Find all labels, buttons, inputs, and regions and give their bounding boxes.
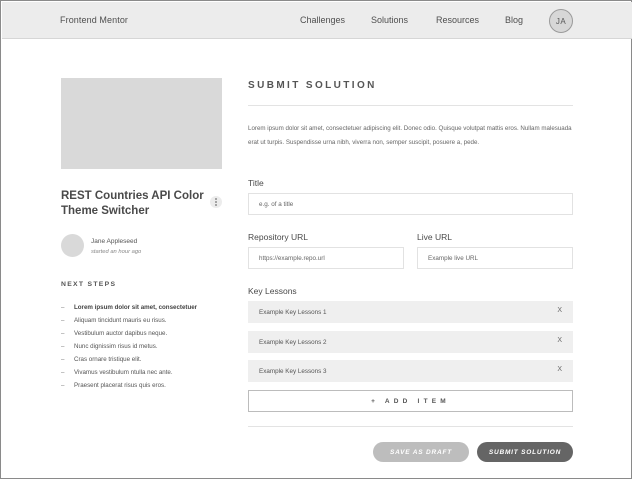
remove-lesson-icon[interactable]: X (557, 366, 562, 373)
project-thumbnail (61, 78, 222, 169)
nav-solutions[interactable]: Solutions (371, 15, 408, 25)
key-lesson-text: Example Key Lessons 1 (259, 308, 327, 316)
live-url-label: Live URL (417, 232, 452, 242)
form-heading: SUBMIT SOLUTION (248, 80, 377, 91)
more-options-icon[interactable] (210, 196, 222, 208)
remove-lesson-icon[interactable]: X (557, 307, 562, 314)
list-item: – Vivamus vestibulum ntulla nec ante. (61, 369, 173, 376)
remove-lesson-icon[interactable]: X (557, 337, 562, 344)
page-frame: Frontend Mentor Challenges Solutions Res… (0, 0, 632, 479)
title-input[interactable]: e.g. of a title (248, 193, 573, 215)
repository-url-input[interactable]: https://example.repo.url (248, 247, 404, 269)
brand-logo-text[interactable]: Frontend Mentor (60, 15, 128, 25)
divider (248, 105, 573, 106)
list-item: – Cras ornare tristique elit. (61, 356, 142, 363)
list-item: – Lorem ipsum dolor sit amet, consectetue… (61, 304, 198, 311)
list-item: – Nunc dignissim risus id metus. (61, 343, 158, 350)
add-item-button[interactable]: + ADD ITEM (248, 390, 573, 412)
next-steps-list: – Lorem ipsum dolor sit amet, consectetue… (61, 301, 197, 392)
key-lesson-item[interactable]: Example Key Lessons 1 X (248, 301, 573, 323)
save-as-draft-button[interactable]: SAVE AS DRAFT (373, 442, 469, 462)
form-intro-text: Lorem ipsum dolor sit amet, consectetuer… (248, 125, 572, 146)
nav-challenges[interactable]: Challenges (300, 15, 345, 25)
key-lessons-label: Key Lessons (248, 286, 297, 296)
next-steps-heading: NEXT STEPS (61, 281, 117, 288)
top-header: Frontend Mentor Challenges Solutions Res… (2, 2, 632, 39)
nav-resources[interactable]: Resources (436, 15, 479, 25)
nav-blog[interactable]: Blog (505, 15, 523, 25)
key-lesson-item[interactable]: Example Key Lessons 2 X (248, 331, 573, 353)
author-timestamp: started an hour ago (91, 249, 142, 255)
key-lesson-item[interactable]: Example Key Lessons 3 X (248, 360, 573, 382)
project-title: REST Countries API Color Theme Switcher (61, 190, 204, 217)
author-avatar (61, 234, 84, 257)
user-avatar-button[interactable]: JA (549, 9, 573, 33)
live-url-input[interactable]: Example live URL (417, 247, 573, 269)
list-item: – Aliquam tincidunt mauris eu risus. (61, 317, 167, 324)
list-item: – Vestibulum auctor dapibus neque. (61, 330, 168, 337)
key-lesson-text: Example Key Lessons 3 (259, 367, 327, 375)
repository-url-label: Repository URL (248, 232, 308, 242)
divider (248, 426, 573, 427)
key-lesson-text: Example Key Lessons 2 (259, 338, 327, 346)
list-item: – Praesent placerat risus quis eros. (61, 382, 166, 389)
submit-solution-button[interactable]: SUBMIT SOLUTION (477, 442, 573, 462)
title-label: Title (248, 178, 264, 188)
author-name: Jane Appleseed (91, 238, 138, 245)
